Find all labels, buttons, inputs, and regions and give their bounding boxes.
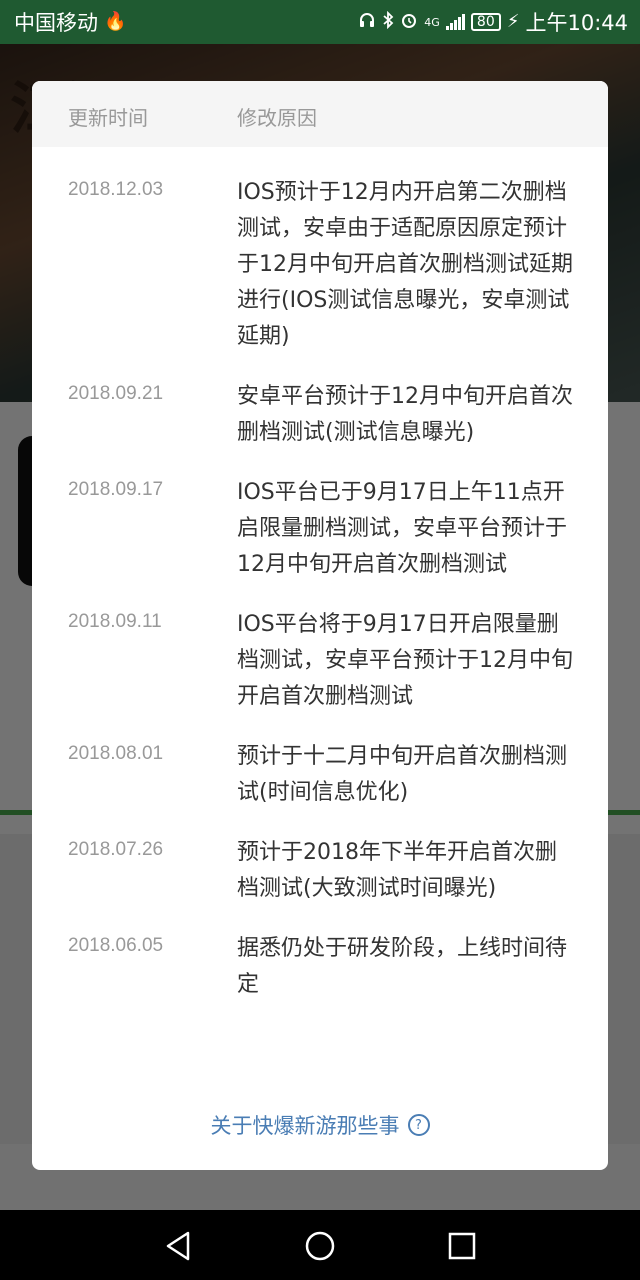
status-bar: 中国移动 🔥 4G 80 ⚡ 上午10:44	[0, 0, 640, 44]
carrier-label: 中国移动	[14, 11, 98, 35]
network-label: 4G	[424, 15, 440, 29]
about-link[interactable]: 关于快爆新游那些事?	[32, 1110, 608, 1140]
battery-icon: 80	[470, 13, 501, 31]
recents-icon[interactable]	[444, 1228, 480, 1264]
help-icon[interactable]: ?	[407, 1114, 430, 1136]
row-reason: IOS平台将于9月17日开启限量删档测试，安卓平台预计于12月中旬开启首次删档测…	[237, 612, 573, 709]
history-row: 2018.09.21 安卓平台预计于12月中旬开启首次删档测试(测试信息曝光)	[32, 379, 608, 451]
row-date: 2018.07.26	[68, 839, 164, 860]
update-history-dialog: 更新时间 修改原因 2018.12.03 IOS预计于12月内开启第二次删档测试…	[32, 81, 608, 1170]
row-date: 2018.06.05	[68, 935, 164, 956]
history-row: 2018.08.01 预计于十二月中旬开启首次删档测试(时间信息优化)	[32, 739, 608, 811]
fire-icon: 🔥	[104, 11, 127, 32]
clock: 上午10:44	[525, 11, 628, 35]
row-reason: IOS平台已于9月17日上午11点开启限量删档测试，安卓平台预计于12月中旬开启…	[237, 480, 568, 577]
history-row: 2018.09.17 IOS平台已于9月17日上午11点开启限量删档测试，安卓平…	[32, 475, 608, 583]
back-icon[interactable]	[160, 1228, 196, 1264]
row-reason: 安卓平台预计于12月中旬开启首次删档测试(测试信息曝光)	[237, 384, 573, 445]
row-date: 2018.08.01	[68, 743, 164, 764]
history-row: 2018.06.05 据悉仍处于研发阶段，上线时间待定	[32, 931, 608, 1003]
row-date: 2018.09.17	[68, 479, 164, 500]
row-date: 2018.12.03	[68, 179, 164, 200]
row-reason: 预计于2018年下半年开启首次删档测试(大致测试时间曝光)	[237, 840, 557, 901]
charging-icon: ⚡	[506, 11, 520, 32]
row-reason: IOS预计于12月内开启第二次删档测试，安卓由于适配原因原定预计于12月中旬开启…	[237, 180, 573, 349]
row-reason: 预计于十二月中旬开启首次删档测试(时间信息优化)	[237, 744, 568, 805]
row-date: 2018.09.21	[68, 383, 164, 404]
row-date: 2018.09.11	[68, 611, 162, 632]
about-link-label[interactable]: 关于快爆新游那些事	[211, 1114, 400, 1138]
headset-icon	[358, 11, 376, 33]
home-icon[interactable]	[302, 1228, 338, 1264]
navigation-bar	[0, 1210, 640, 1280]
history-row: 2018.07.26 预计于2018年下半年开启首次删档测试(大致测试时间曝光)	[32, 835, 608, 907]
row-reason: 据悉仍处于研发阶段，上线时间待定	[237, 936, 568, 997]
column-header-time: 更新时间	[68, 106, 148, 130]
history-row: 2018.09.11 IOS平台将于9月17日开启限量删档测试，安卓平台预计于1…	[32, 607, 608, 715]
alarm-icon	[400, 11, 418, 33]
column-header-reason: 修改原因	[237, 106, 317, 130]
history-row: 2018.12.03 IOS预计于12月内开启第二次删档测试，安卓由于适配原因原…	[32, 175, 608, 355]
bluetooth-icon	[382, 10, 394, 33]
history-list: 2018.12.03 IOS预计于12月内开启第二次删档测试，安卓由于适配原因原…	[32, 175, 608, 1027]
dialog-header: 更新时间 修改原因	[32, 81, 608, 147]
battery-level: 80	[476, 14, 495, 30]
signal-icon	[445, 14, 465, 30]
